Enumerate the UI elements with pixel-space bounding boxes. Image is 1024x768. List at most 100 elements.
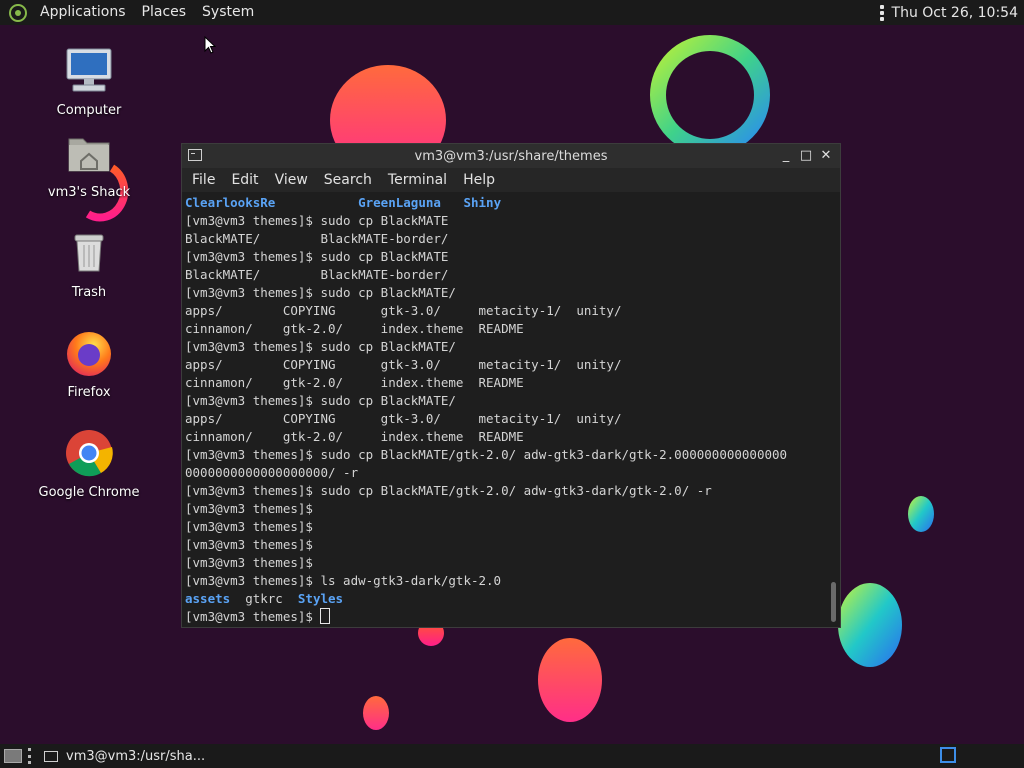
mouse-pointer-icon	[204, 36, 216, 54]
desktop-icon-label: Computer	[56, 103, 122, 118]
terminal-line: [vm3@vm3 themes]$	[185, 554, 840, 572]
chrome-icon	[66, 430, 113, 477]
terminal-text: [vm3@vm3 themes]$	[185, 537, 313, 552]
menu-view[interactable]: View	[267, 168, 316, 192]
terminal-text: BlackMATE/ BlackMATE-border/	[185, 267, 449, 282]
terminal-text: assets	[185, 591, 231, 606]
minimize-button[interactable]: _	[776, 147, 796, 165]
system-menu[interactable]: System	[194, 0, 262, 25]
panel-handle-icon	[28, 748, 32, 764]
terminal-line: BlackMATE/ BlackMATE-border/	[185, 266, 840, 284]
terminal-text: BlackMATE/ BlackMATE-border/	[185, 231, 449, 246]
trash-icon	[74, 234, 104, 272]
terminal-output[interactable]: ClearlooksRe GreenLaguna Shiny [vm3@vm3 t…	[182, 192, 840, 627]
terminal-window[interactable]: vm3@vm3:/usr/share/themes _ □ ✕ File Edi…	[181, 143, 841, 628]
terminal-text: [vm3@vm3 themes]$ sudo cp BlackMATE/gtk-…	[185, 447, 788, 462]
terminal-line: cinnamon/ gtk-2.0/ index.theme README	[185, 320, 840, 338]
taskbar-item-terminal[interactable]: vm3@vm3:/usr/sha...	[38, 744, 211, 768]
desktop-icon-label: Trash	[71, 285, 107, 300]
menu-edit[interactable]: Edit	[223, 168, 266, 192]
terminal-text: [vm3@vm3 themes]$	[185, 555, 313, 570]
terminal-line: BlackMATE/ BlackMATE-border/	[185, 230, 840, 248]
menu-file[interactable]: File	[184, 168, 223, 192]
terminal-line: [vm3@vm3 themes]$	[185, 518, 840, 536]
terminal-line: [vm3@vm3 themes]$ sudo cp BlackMATE	[185, 212, 840, 230]
terminal-text: cinnamon/ gtk-2.0/ index.theme README	[185, 375, 524, 390]
desktop-icon-computer[interactable]: Computer	[29, 45, 149, 119]
desktop-icon-firefox[interactable]: Firefox	[29, 327, 149, 401]
terminal-text: apps/ COPYING gtk-3.0/ metacity-1/ unity…	[185, 357, 622, 372]
menu-search[interactable]: Search	[316, 168, 380, 192]
terminal-line: [vm3@vm3 themes]$	[185, 608, 840, 626]
terminal-text: ClearlooksRe	[185, 195, 276, 210]
terminal-line: cinnamon/ gtk-2.0/ index.theme README	[185, 428, 840, 446]
panel-handle-icon	[879, 4, 884, 21]
window-title: vm3@vm3:/usr/share/themes	[414, 148, 608, 164]
desktop-icon-label: vm3's Shack	[47, 185, 131, 200]
terminal-text: Styles	[297, 591, 344, 606]
clock[interactable]: Thu Oct 26, 10:54	[892, 5, 1018, 21]
desktop-icon-label: Google Chrome	[38, 485, 140, 500]
terminal-text: cinnamon/ gtk-2.0/ index.theme README	[185, 429, 524, 444]
terminal-icon	[44, 750, 58, 762]
terminal-scrollbar[interactable]	[831, 582, 836, 622]
close-button[interactable]: ✕	[816, 147, 836, 165]
menu-help[interactable]: Help	[455, 168, 503, 192]
terminal-text: apps/ COPYING gtk-3.0/ metacity-1/ unity…	[185, 303, 622, 318]
terminal-line: [vm3@vm3 themes]$ sudo cp BlackMATE/gtk-…	[185, 482, 840, 500]
workspace-switcher[interactable]	[940, 747, 956, 763]
maximize-button[interactable]: □	[796, 147, 816, 165]
terminal-line: apps/ COPYING gtk-3.0/ metacity-1/ unity…	[185, 302, 840, 320]
terminal-text: 0000000000000000000/ -r	[185, 465, 359, 480]
terminal-text: [vm3@vm3 themes]$ sudo cp BlackMATE	[185, 249, 449, 264]
terminal-text: [vm3@vm3 themes]$	[185, 609, 321, 624]
terminal-icon	[188, 149, 202, 161]
bottom-panel: vm3@vm3:/usr/sha...	[0, 744, 1024, 768]
menu-terminal[interactable]: Terminal	[380, 168, 455, 192]
terminal-text: [vm3@vm3 themes]$ ls adw-gtk3-dark/gtk-2…	[185, 573, 502, 588]
text-cursor	[320, 608, 331, 624]
terminal-line: [vm3@vm3 themes]$ sudo cp BlackMATE	[185, 248, 840, 266]
terminal-text: [vm3@vm3 themes]$	[185, 519, 313, 534]
terminal-line: 0000000000000000000/ -r	[185, 464, 840, 482]
terminal-line: [vm3@vm3 themes]$ sudo cp BlackMATE/	[185, 392, 840, 410]
terminal-text: apps/ COPYING gtk-3.0/ metacity-1/ unity…	[185, 411, 622, 426]
terminal-text: Shiny	[463, 195, 502, 210]
firefox-icon	[67, 332, 111, 376]
terminal-line: [vm3@vm3 themes]$ ls adw-gtk3-dark/gtk-2…	[185, 572, 840, 590]
terminal-text: cinnamon/ gtk-2.0/ index.theme README	[185, 321, 524, 336]
desktop-icon-trash[interactable]: Trash	[29, 227, 149, 301]
computer-icon	[66, 48, 112, 92]
terminal-line: cinnamon/ gtk-2.0/ index.theme README	[185, 374, 840, 392]
desktop-icon-label: Firefox	[67, 385, 111, 400]
taskbar-item-label: vm3@vm3:/usr/sha...	[66, 748, 206, 764]
terminal-line: [vm3@vm3 themes]$ sudo cp BlackMATE/	[185, 284, 840, 302]
terminal-text: [vm3@vm3 themes]$ sudo cp BlackMATE/gtk-…	[185, 483, 712, 498]
terminal-menubar: File Edit View Search Terminal Help	[182, 168, 840, 192]
mate-logo-icon[interactable]	[8, 3, 28, 23]
top-panel-right: Thu Oct 26, 10:54	[879, 4, 1024, 21]
terminal-line: [vm3@vm3 themes]$	[185, 536, 840, 554]
terminal-line: apps/ COPYING gtk-3.0/ metacity-1/ unity…	[185, 356, 840, 374]
terminal-line: ClearlooksRe GreenLaguna Shiny	[185, 194, 840, 212]
terminal-line: [vm3@vm3 themes]$	[185, 500, 840, 518]
terminal-line: assets gtkrc Styles	[185, 590, 840, 608]
top-panel: Applications Places System Thu Oct 26, 1…	[0, 0, 1024, 25]
applications-menu[interactable]: Applications	[32, 0, 134, 25]
desktop-icon-home[interactable]: vm3's Shack	[29, 127, 149, 201]
show-desktop-icon[interactable]	[4, 749, 22, 763]
terminal-line: apps/ COPYING gtk-3.0/ metacity-1/ unity…	[185, 410, 840, 428]
terminal-text: [vm3@vm3 themes]$ sudo cp BlackMATE/	[185, 393, 456, 408]
home-folder-icon	[68, 138, 110, 172]
terminal-titlebar[interactable]: vm3@vm3:/usr/share/themes _ □ ✕	[182, 144, 840, 168]
terminal-line: [vm3@vm3 themes]$ sudo cp BlackMATE/gtk-…	[185, 446, 840, 464]
terminal-text: [vm3@vm3 themes]$	[185, 501, 313, 516]
places-menu[interactable]: Places	[134, 0, 195, 25]
desktop-icon-chrome[interactable]: Google Chrome	[29, 427, 149, 501]
terminal-text: GreenLaguna	[358, 195, 441, 210]
terminal-text: [vm3@vm3 themes]$ sudo cp BlackMATE/	[185, 339, 456, 354]
terminal-line: [vm3@vm3 themes]$ sudo cp BlackMATE/	[185, 338, 840, 356]
terminal-text: gtkrc	[230, 591, 298, 606]
